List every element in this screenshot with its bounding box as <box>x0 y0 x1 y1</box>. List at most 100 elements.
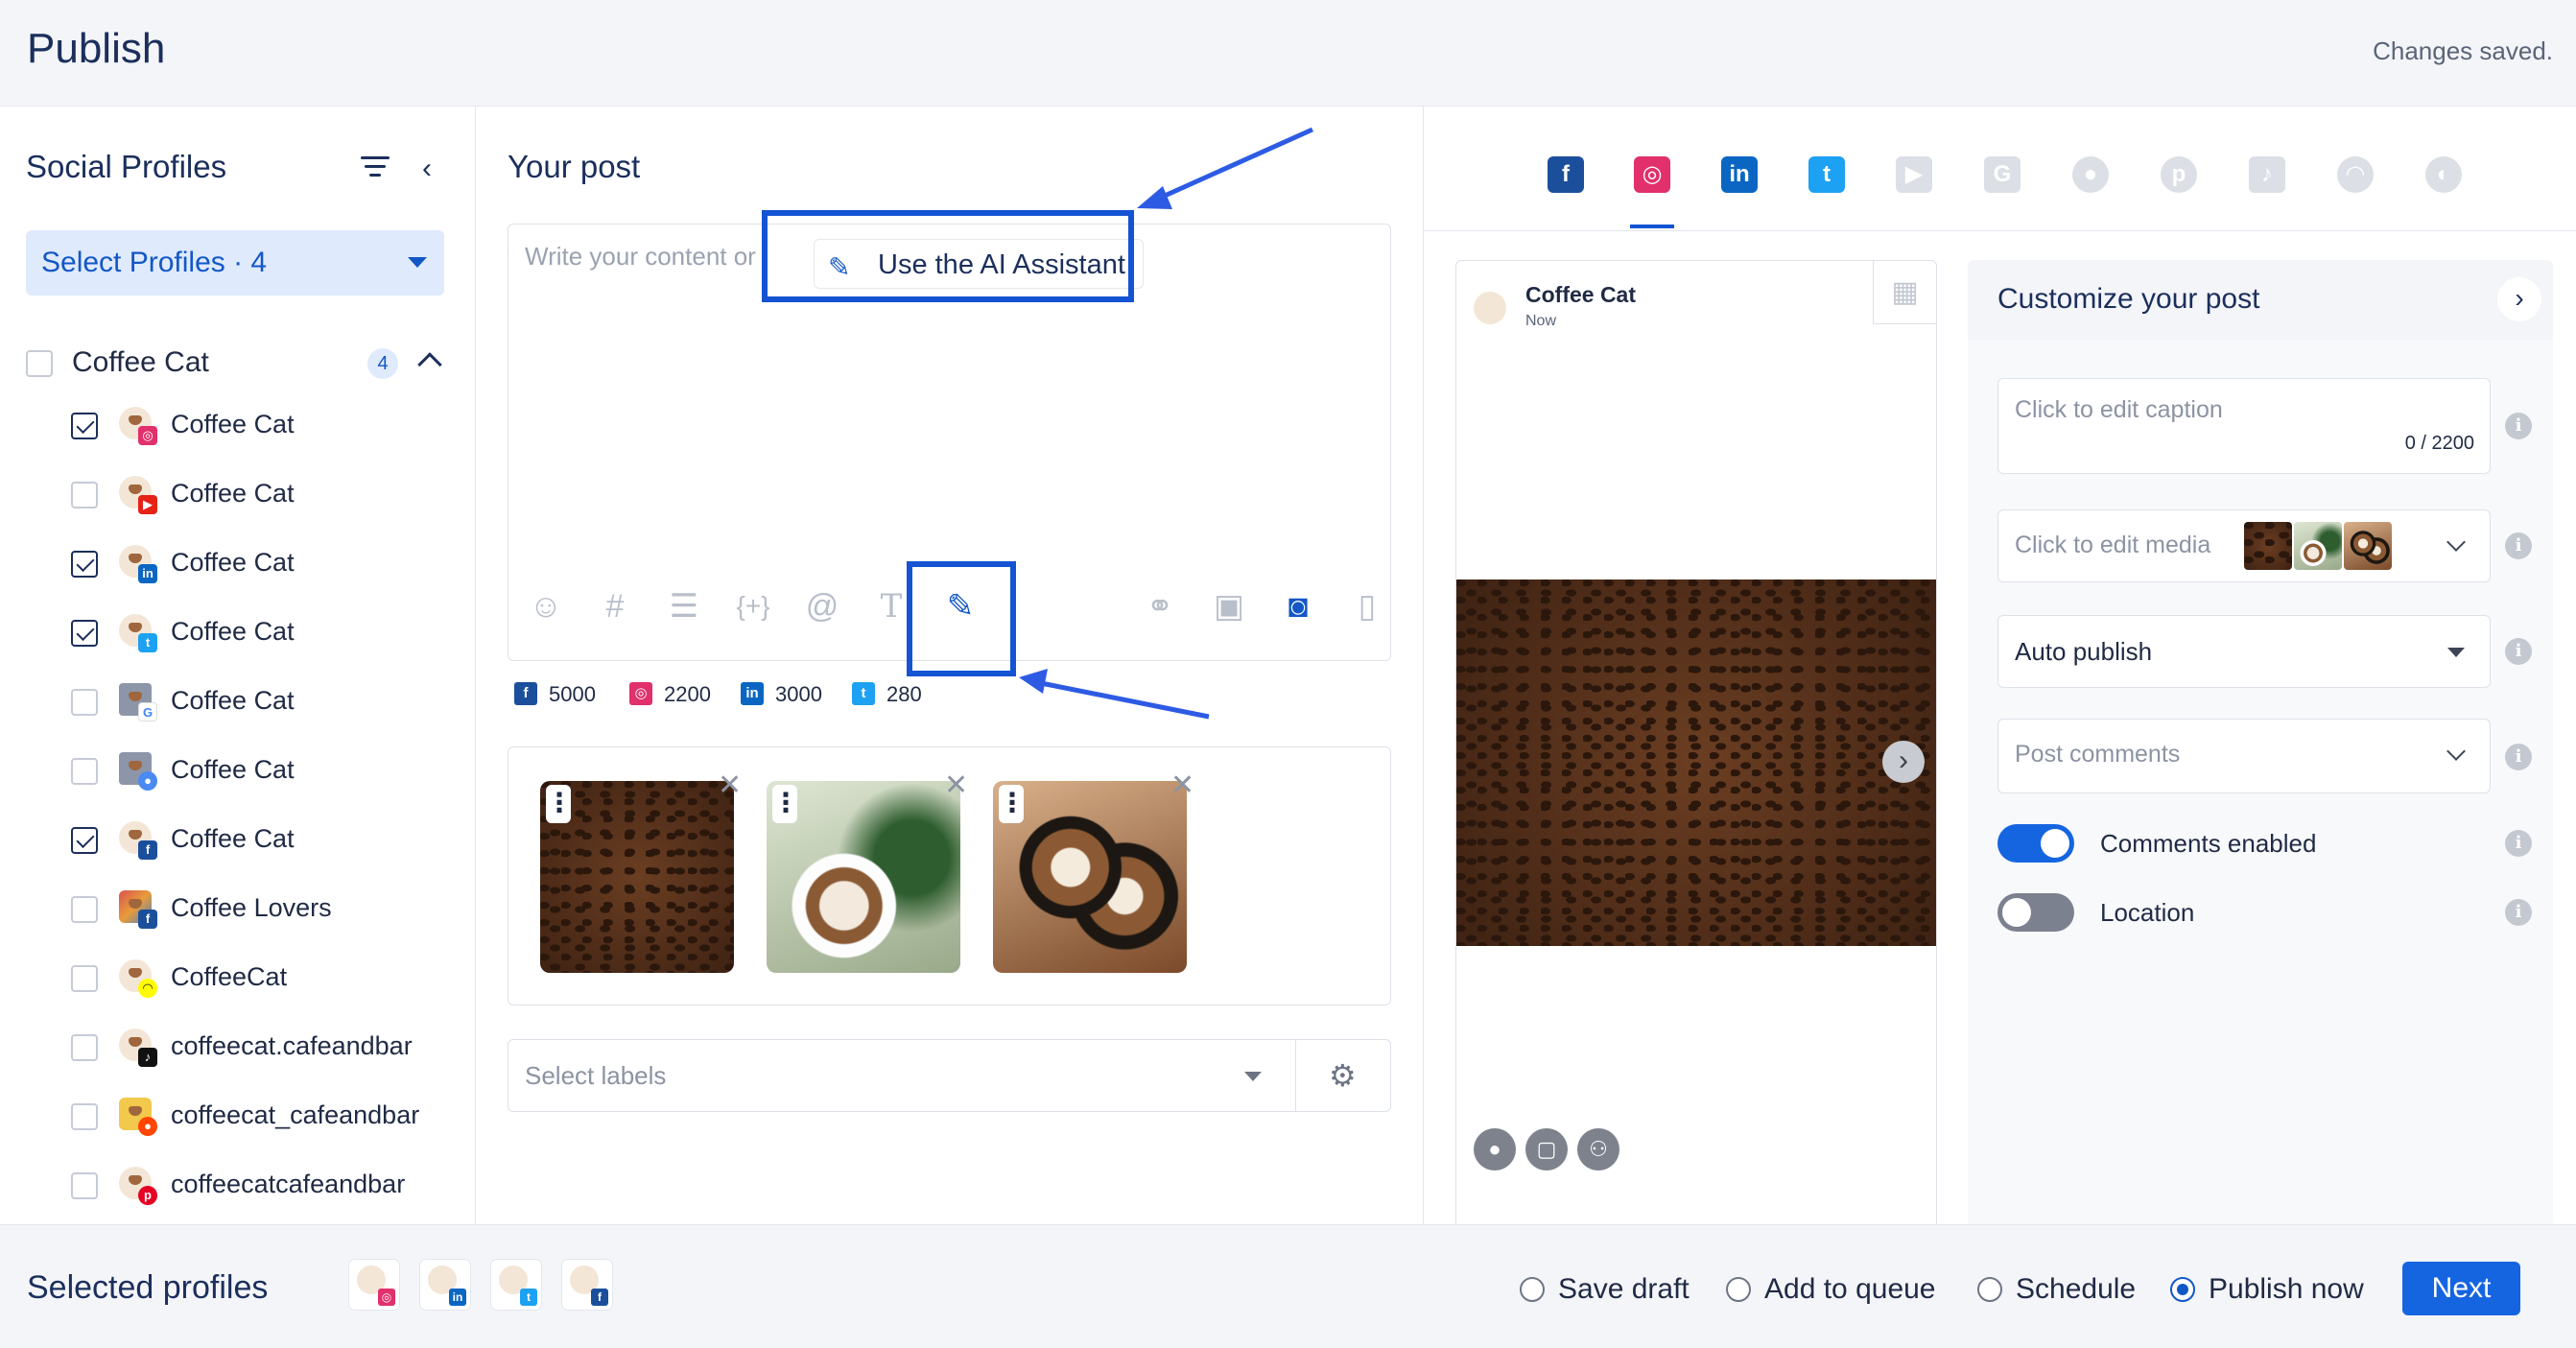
profile-avatar: f <box>119 890 157 929</box>
profile-row[interactable]: ◠ CoffeeCat <box>71 959 455 998</box>
profile-group-coffee-cat[interactable]: Coffee Cat 4 <box>26 344 448 383</box>
grid-view-icon[interactable]: ▦ <box>1873 261 1936 324</box>
tag-product-icon[interactable]: ▢ <box>1525 1128 1568 1171</box>
profile-name: Coffee Cat <box>171 755 295 784</box>
tab-snapchat-icon[interactable]: ◠ <box>2337 156 2374 193</box>
profile-row[interactable]: ● Coffee Cat <box>71 752 455 791</box>
profile-avatar: ▶ <box>119 476 157 514</box>
profile-row[interactable]: ● coffeecat_cafeandbar <box>71 1098 455 1136</box>
tab-instagram-icon[interactable]: ◎ <box>1634 156 1670 193</box>
info-icon[interactable]: i <box>2505 532 2532 559</box>
collapse-panel-icon[interactable]: ‹ <box>422 153 432 185</box>
profile-checkbox[interactable] <box>71 551 98 578</box>
caption-field[interactable]: Click to edit caption 0 / 2200 <box>1997 378 2491 474</box>
media-thumbnail[interactable]: ⋮ <box>767 781 960 973</box>
selected-profile-avatar[interactable]: in <box>420 1260 470 1310</box>
snippets-icon[interactable]: ☰ <box>662 584 706 628</box>
profile-checkbox[interactable] <box>71 1034 98 1061</box>
profile-checkbox[interactable] <box>71 758 98 785</box>
chevron-up-icon[interactable] <box>417 352 442 377</box>
preview-time: Now <box>1525 313 1557 329</box>
info-icon[interactable]: i <box>2505 413 2532 439</box>
remove-media-icon[interactable]: ✕ <box>718 769 742 802</box>
profile-checkbox[interactable] <box>71 827 98 854</box>
profile-name: Coffee Cat <box>171 479 295 508</box>
profile-checkbox[interactable] <box>71 1172 98 1199</box>
caret-down-icon <box>1244 1072 1262 1081</box>
publish-mode-select[interactable]: Auto publish <box>1997 615 2491 688</box>
group-name: Coffee Cat <box>72 346 209 378</box>
camera-icon[interactable]: ◙ <box>1276 584 1320 628</box>
more-options-icon[interactable]: ⋮ <box>546 785 573 823</box>
group-checkbox[interactable] <box>26 350 53 377</box>
more-options-icon[interactable]: ⋮ <box>772 785 799 823</box>
tab-reddit-icon[interactable]: ● <box>2072 156 2109 193</box>
info-icon[interactable]: i <box>2505 899 2532 926</box>
hashtag-icon[interactable]: # <box>593 584 637 628</box>
carousel-next-icon[interactable]: › <box>1882 741 1925 783</box>
profile-checkbox[interactable] <box>71 965 98 992</box>
profile-checkbox[interactable] <box>71 689 98 716</box>
post-preview: Coffee Cat Now ▦ › ● ▢ ⚇ <box>1455 260 1937 1239</box>
selected-profile-avatar[interactable]: f <box>562 1260 612 1310</box>
publish-mode-value: Auto publish <box>2015 637 2153 666</box>
media-thumbnail[interactable]: ⋮ <box>993 781 1187 973</box>
more-options-icon[interactable]: ⋮ <box>999 785 1026 823</box>
selected-profile-avatar[interactable]: ◎ <box>349 1260 399 1310</box>
tag-user-icon[interactable]: ● <box>1474 1128 1516 1171</box>
profile-row[interactable]: ▶ Coffee Cat <box>71 476 455 514</box>
tab-google-icon[interactable]: G <box>1984 156 2021 193</box>
profile-checkbox[interactable] <box>71 1103 98 1130</box>
profile-avatar: in <box>119 545 157 583</box>
comments-toggle[interactable] <box>1997 824 2074 863</box>
tab-pinterest-icon[interactable]: p <box>2161 156 2197 193</box>
tab-twitter-icon[interactable]: t <box>1808 156 1845 193</box>
next-button[interactable]: Next <box>2402 1262 2520 1315</box>
mention-icon[interactable]: @ <box>800 584 844 628</box>
tab-youtube-icon[interactable]: ▶ <box>1896 156 1932 193</box>
profile-row[interactable]: G Coffee Cat <box>71 683 455 721</box>
tab-more-networks-icon[interactable]: ◐ <box>2425 156 2462 193</box>
variables-icon[interactable]: {+} <box>731 584 775 628</box>
post-comments-field[interactable]: Post comments <box>1997 719 2491 793</box>
profile-row[interactable]: ◎ Coffee Cat <box>71 407 455 445</box>
selected-profile-avatar[interactable]: t <box>491 1260 541 1310</box>
profile-checkbox[interactable] <box>71 413 98 439</box>
tab-linkedin-icon[interactable]: in <box>1721 156 1758 193</box>
document-icon[interactable]: ▯ <box>1345 584 1389 628</box>
location-toggle[interactable] <box>1997 893 2074 932</box>
profile-name: Coffee Cat <box>171 617 295 646</box>
emoji-icon[interactable]: ☺ <box>524 584 568 628</box>
gear-icon[interactable]: ⚙ <box>1329 1057 1357 1094</box>
media-thumbnail[interactable]: ⋮ <box>540 781 734 973</box>
remove-media-icon[interactable]: ✕ <box>1170 769 1194 802</box>
profile-checkbox[interactable] <box>71 896 98 923</box>
profile-row[interactable]: t Coffee Cat <box>71 614 455 652</box>
profile-row[interactable]: ♪ coffeecat.cafeandbar <box>71 1029 455 1067</box>
profile-row[interactable]: in Coffee Cat <box>71 545 455 583</box>
filter-icon[interactable] <box>361 156 390 177</box>
chevron-right-icon[interactable]: › <box>2497 277 2541 321</box>
profile-checkbox[interactable] <box>71 482 98 508</box>
footer-bar: Selected profiles ◎ in t f Save draft Ad… <box>0 1224 2576 1348</box>
facebook-icon: f <box>591 1289 608 1306</box>
labels-select[interactable]: Select labels ⚙ <box>508 1039 1391 1112</box>
profile-checkbox[interactable] <box>71 620 98 647</box>
select-profiles-dropdown[interactable]: Select Profiles · 4 <box>26 230 444 296</box>
tab-tiktok-icon[interactable]: ♪ <box>2249 156 2285 193</box>
info-icon[interactable]: i <box>2505 744 2532 770</box>
preview-image <box>1456 579 1936 946</box>
tab-facebook-icon[interactable]: f <box>1548 156 1584 193</box>
collaborator-icon[interactable]: ⚇ <box>1577 1128 1619 1171</box>
profile-row[interactable]: f Coffee Lovers <box>71 890 455 929</box>
info-icon[interactable]: i <box>2505 638 2532 665</box>
video-icon[interactable]: ▣ <box>1207 584 1251 628</box>
twitter-icon: t <box>138 633 157 652</box>
profile-row[interactable]: f Coffee Cat <box>71 821 455 860</box>
caption-counter: 0 / 2200 <box>2404 433 2474 454</box>
profile-row[interactable]: p coffeecatcafeandbar <box>71 1167 455 1205</box>
remove-media-icon[interactable]: ✕ <box>944 769 968 802</box>
link-icon[interactable]: ⚭ <box>1138 584 1182 628</box>
info-icon[interactable]: i <box>2505 830 2532 857</box>
media-field[interactable]: Click to edit media <box>1997 509 2491 582</box>
